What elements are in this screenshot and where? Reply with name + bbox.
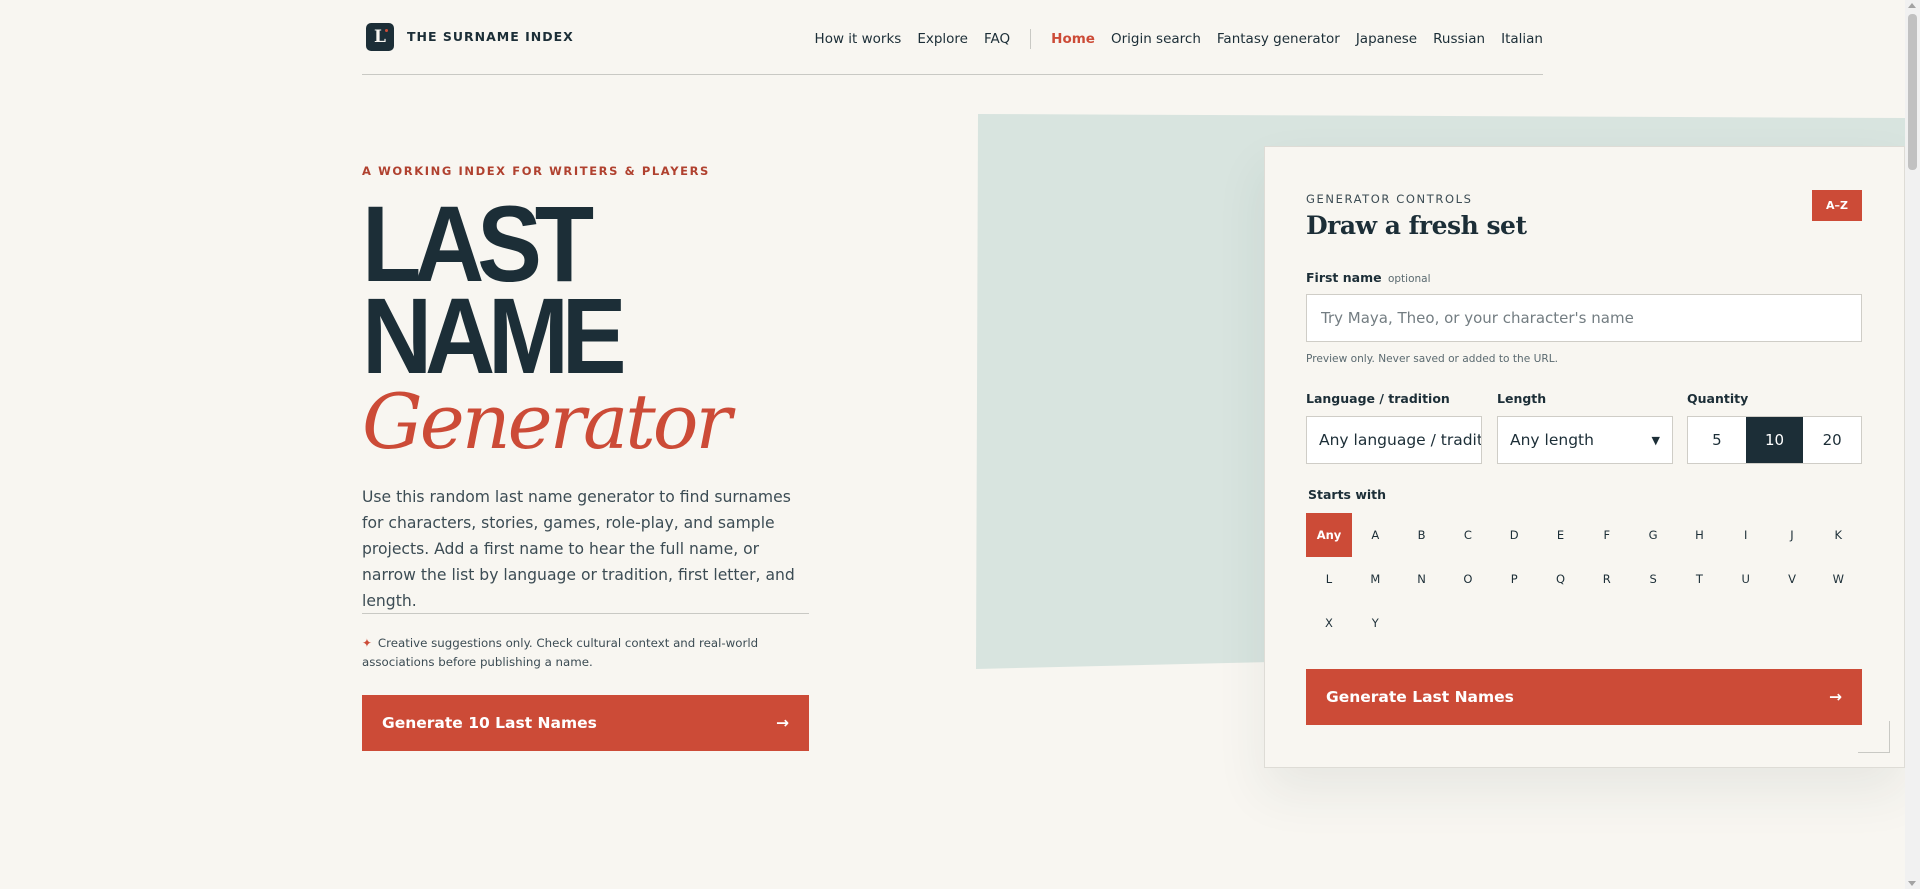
logo-icon[interactable]: L [366, 23, 394, 51]
language-select-value: Any language / tradition [1319, 431, 1482, 449]
letter-v[interactable]: V [1769, 557, 1815, 601]
starts-with-label: Starts with [1308, 487, 1387, 502]
letter-c[interactable]: C [1445, 513, 1491, 557]
page-scrollbar[interactable] [1905, 0, 1920, 889]
scroll-down-icon[interactable] [1908, 881, 1916, 886]
first-name-input[interactable] [1306, 294, 1862, 342]
letter-y[interactable]: Y [1352, 601, 1398, 645]
quantity-label: Quantity [1687, 391, 1749, 406]
length-select-value: Any length [1510, 431, 1594, 449]
letter-d[interactable]: D [1491, 513, 1537, 557]
sparkle-icon: ✦ [362, 636, 372, 650]
nav-explore[interactable]: Explore [917, 31, 968, 47]
letter-u[interactable]: U [1723, 557, 1769, 601]
letter-p[interactable]: P [1491, 557, 1537, 601]
nav-home[interactable]: Home [1051, 31, 1095, 47]
letter-n[interactable]: N [1399, 557, 1445, 601]
letter-r[interactable]: R [1584, 557, 1630, 601]
letter-b[interactable]: B [1399, 513, 1445, 557]
letter-o[interactable]: O [1445, 557, 1491, 601]
disclaimer-text: Creative suggestions only. Check cultura… [362, 636, 759, 669]
quantity-selector: 5 10 20 [1687, 416, 1862, 464]
chevron-down-icon: ▼ [1651, 433, 1660, 447]
quantity-option-5[interactable]: 5 [1688, 417, 1746, 463]
scroll-up-icon[interactable] [1908, 3, 1916, 8]
nav-italian[interactable]: Italian [1501, 31, 1543, 47]
letter-i[interactable]: I [1723, 513, 1769, 557]
letter-e[interactable]: E [1538, 513, 1584, 557]
letter-f[interactable]: F [1584, 513, 1630, 557]
optional-tag: optional [1387, 273, 1431, 285]
language-label: Language / tradition [1306, 391, 1450, 406]
letter-a[interactable]: A [1352, 513, 1398, 557]
letter-t[interactable]: T [1676, 557, 1722, 601]
letter-w[interactable]: W [1815, 557, 1861, 601]
letter-j[interactable]: J [1769, 513, 1815, 557]
first-name-hint: Preview only. Never saved or added to th… [1306, 353, 1558, 365]
hero-eyebrow: A WORKING INDEX FOR WRITERS & PLAYERS [362, 164, 710, 178]
nav-japanese[interactable]: Japanese [1356, 31, 1417, 47]
main-nav: How it works Explore FAQ Home Origin sea… [815, 29, 1543, 49]
disclaimer-note: ✦ Creative suggestions only. Check cultur… [362, 634, 762, 672]
letter-q[interactable]: Q [1538, 557, 1584, 601]
quantity-option-20[interactable]: 20 [1803, 417, 1861, 463]
nav-faq[interactable]: FAQ [984, 31, 1010, 47]
hero-title-line-3: Generator [362, 377, 732, 466]
site-header: L THE SURNAME INDEX How it works Explore… [362, 0, 1543, 75]
letter-x[interactable]: X [1306, 601, 1352, 645]
letter-m[interactable]: M [1352, 557, 1398, 601]
panel-corner-mark [1858, 721, 1890, 753]
first-name-label: First name optional [1306, 270, 1431, 285]
nav-fantasy-generator[interactable]: Fantasy generator [1217, 31, 1340, 47]
quantity-option-10[interactable]: 10 [1745, 417, 1804, 463]
letter-k[interactable]: K [1815, 513, 1861, 557]
arrow-right-icon: → [1829, 688, 1842, 706]
length-select[interactable]: Any length ▼ [1497, 416, 1673, 464]
hero-description: Use this random last name generator to f… [362, 488, 795, 610]
hero-title-line-2: NAME [362, 275, 627, 396]
letter-l[interactable]: L [1306, 557, 1352, 601]
generator-panel: GENERATOR CONTROLS Draw a fresh set A–Z … [1264, 146, 1905, 768]
language-select[interactable]: Any language / tradition ▼ [1306, 416, 1482, 464]
nav-divider [1030, 29, 1032, 49]
nav-origin-search[interactable]: Origin search [1111, 31, 1201, 47]
nav-how-it-works[interactable]: How it works [815, 31, 902, 47]
hero-divider [362, 613, 809, 614]
generate-10-button[interactable]: Generate 10 Last Names → [362, 695, 809, 751]
scroll-thumb[interactable] [1908, 14, 1917, 170]
letter-any[interactable]: Any [1306, 513, 1352, 557]
panel-title: Draw a fresh set [1306, 211, 1527, 240]
first-name-label-text: First name [1306, 270, 1382, 285]
nav-russian[interactable]: Russian [1433, 31, 1485, 47]
generate-last-names-label: Generate Last Names [1326, 688, 1514, 706]
brand-name[interactable]: THE SURNAME INDEX [407, 29, 574, 44]
letter-s[interactable]: S [1630, 557, 1676, 601]
panel-eyebrow: GENERATOR CONTROLS [1306, 192, 1473, 206]
generate-10-label: Generate 10 Last Names [382, 714, 597, 732]
length-label: Length [1497, 391, 1547, 406]
sort-az-button[interactable]: A–Z [1812, 190, 1862, 221]
letter-h[interactable]: H [1676, 513, 1722, 557]
arrow-right-icon: → [776, 714, 789, 732]
letter-g[interactable]: G [1630, 513, 1676, 557]
generate-last-names-button[interactable]: Generate Last Names → [1306, 669, 1862, 725]
